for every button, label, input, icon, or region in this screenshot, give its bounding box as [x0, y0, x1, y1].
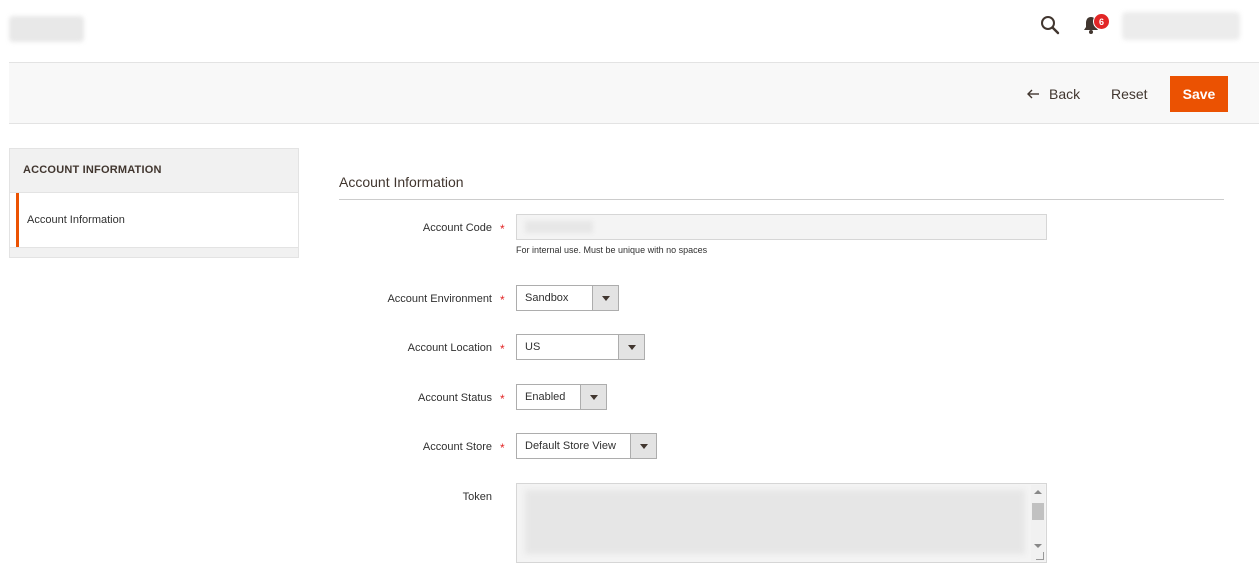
account-location-label: Account Location — [407, 342, 492, 354]
account-code-note: For internal use. Must be unique with no… — [516, 245, 708, 255]
chevron-down-icon — [592, 286, 618, 310]
sidebar-title: ACCOUNT INFORMATION — [9, 148, 299, 193]
account-location-value: US — [525, 341, 541, 353]
sidebar-item-label: Account Information — [27, 214, 125, 226]
account-code-label: Account Code — [422, 222, 492, 234]
account-status-label: Account Status — [418, 392, 492, 404]
token-label: Token — [462, 491, 492, 503]
top-header: 6 — [0, 0, 1259, 62]
required-indicator: * — [500, 441, 505, 455]
account-environment-select[interactable]: Sandbox — [516, 285, 619, 311]
save-button[interactable]: Save — [1170, 76, 1228, 112]
account-code-input[interactable] — [516, 214, 1047, 240]
chevron-down-icon — [630, 434, 656, 458]
page-actions-bar: Back Reset Save — [9, 62, 1259, 124]
token-value-redacted — [525, 490, 1025, 554]
resize-handle-icon[interactable] — [1036, 552, 1044, 560]
back-button-label: Back — [1049, 86, 1081, 102]
section-divider — [339, 199, 1224, 200]
account-status-value: Enabled — [525, 391, 566, 403]
sidebar: ACCOUNT INFORMATION Account Information — [9, 148, 299, 258]
arrow-left-icon — [1027, 89, 1039, 99]
token-textarea[interactable] — [516, 483, 1047, 563]
sidebar-footer — [9, 247, 299, 258]
required-indicator: * — [500, 392, 505, 406]
logo[interactable] — [9, 16, 84, 42]
scroll-thumb[interactable] — [1032, 503, 1044, 520]
required-indicator: * — [500, 293, 505, 307]
account-code-value-redacted — [525, 221, 593, 233]
required-indicator: * — [500, 342, 505, 356]
chevron-down-icon — [618, 335, 644, 359]
notification-count-badge[interactable]: 6 — [1093, 13, 1110, 30]
token-scrollbar[interactable] — [1031, 485, 1045, 561]
account-environment-value: Sandbox — [525, 292, 569, 304]
reset-button[interactable]: Reset — [1101, 79, 1158, 109]
user-account-menu[interactable] — [1122, 12, 1240, 40]
sidebar-item-account-information[interactable]: Account Information — [9, 193, 299, 247]
search-icon[interactable] — [1040, 15, 1060, 35]
required-indicator: * — [500, 222, 505, 236]
account-store-select[interactable]: Default Store View — [516, 433, 657, 459]
section-title: Account Information — [339, 174, 464, 190]
active-indicator — [16, 193, 19, 247]
account-location-select[interactable]: US — [516, 334, 645, 360]
account-store-value: Default Store View — [525, 440, 616, 452]
chevron-down-icon — [580, 385, 606, 409]
account-environment-label: Account Environment — [387, 293, 492, 305]
account-status-select[interactable]: Enabled — [516, 384, 607, 410]
account-store-label: Account Store — [422, 441, 492, 453]
back-button[interactable]: Back — [1017, 79, 1090, 109]
scroll-up-icon[interactable] — [1034, 490, 1042, 494]
scroll-down-icon[interactable] — [1034, 544, 1042, 548]
